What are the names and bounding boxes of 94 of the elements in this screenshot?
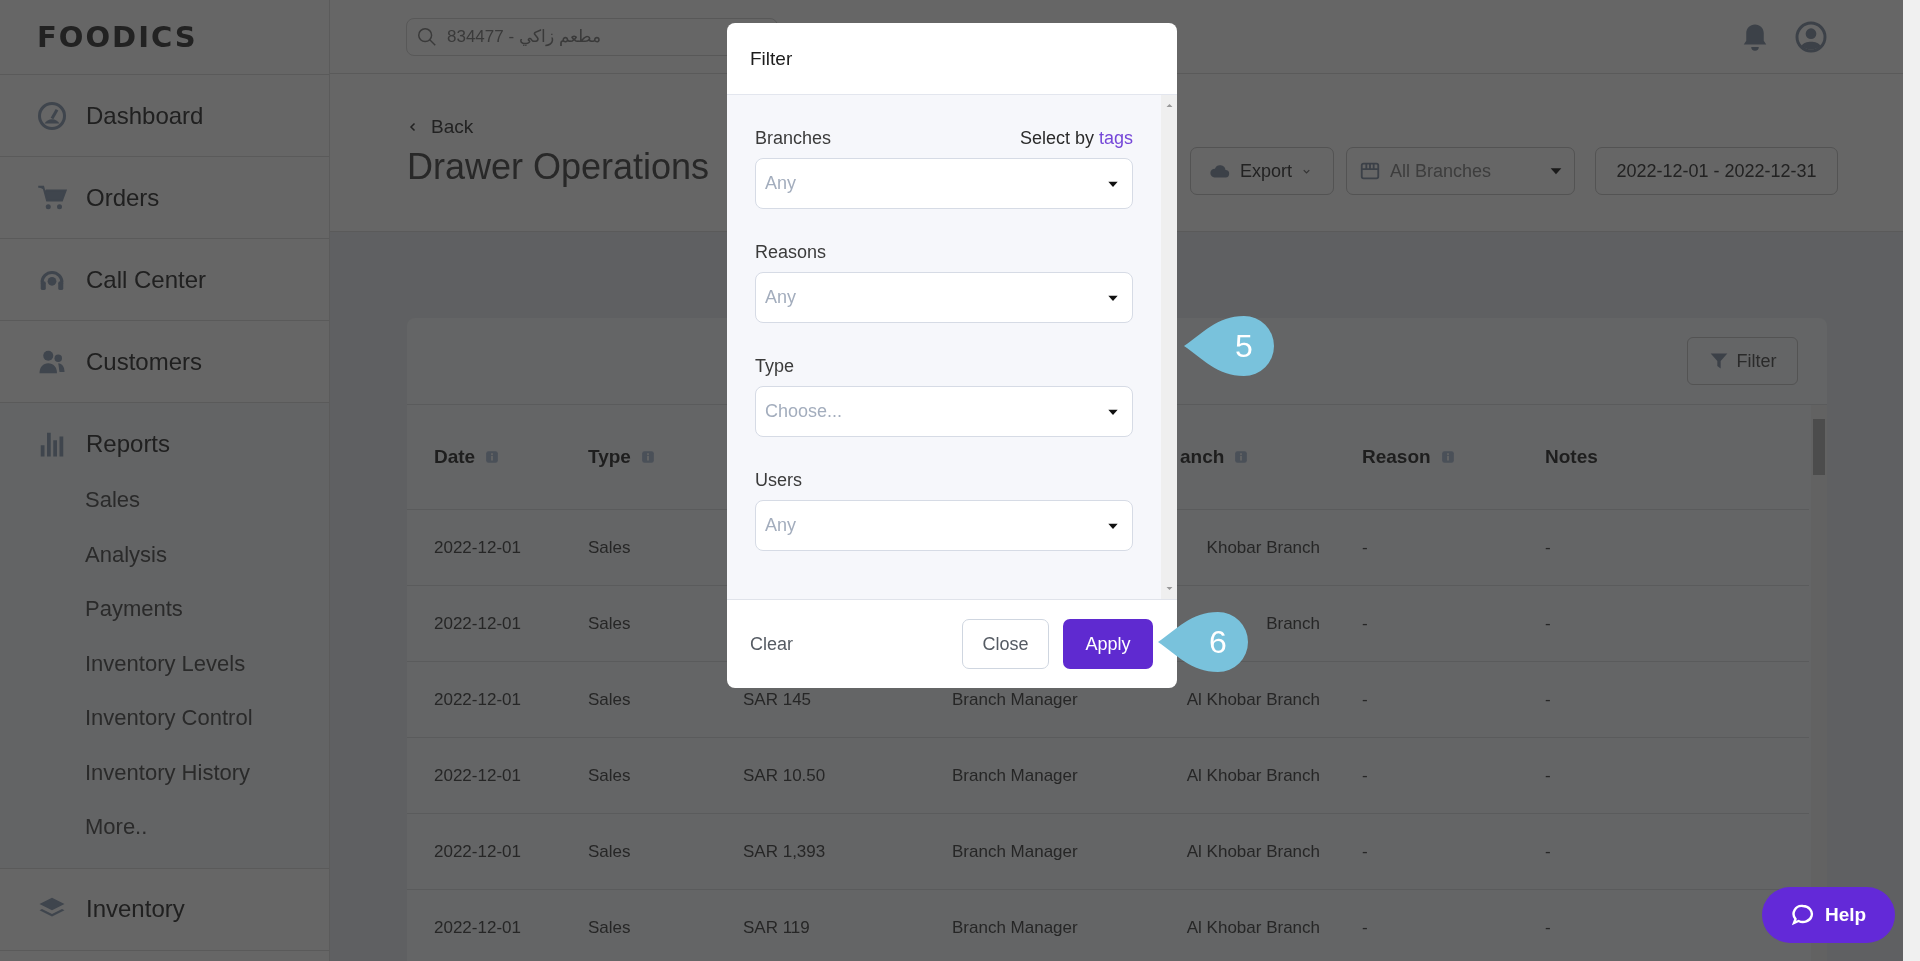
field-label: Reasons [755,242,827,263]
table-cell: Branch Manager [952,689,1078,710]
table-cell: - [1545,689,1551,710]
help-button[interactable]: Help [1762,887,1895,943]
table-cell: 2022-12-01 [434,765,521,786]
table-cell: Khobar Branch [1206,537,1320,558]
select-field[interactable]: Any [755,272,1133,323]
info-icon [1234,450,1249,464]
sidebar-subitem[interactable]: More.. [85,807,148,847]
store-icon [1359,160,1381,182]
table-cell: - [1362,765,1368,786]
table-cell: - [1362,537,1368,558]
field-label: Type [755,356,795,377]
close-button[interactable]: Close [962,619,1049,669]
gauge-icon [37,100,67,131]
column-header[interactable]: Type [588,446,631,468]
table-cell: - [1545,765,1551,786]
search-icon [416,25,438,48]
info-icon [485,450,500,464]
scroll-up-icon [1164,101,1174,110]
table-cell: - [1362,841,1368,862]
table-cell: Sales [588,689,631,710]
step-number: 5 [1234,328,1254,365]
table-cell: 2022-12-01 [434,537,521,558]
table-cell: 2022-12-01 [434,841,521,862]
chat-bubble-icon [1790,903,1815,927]
table-cell: 2022-12-01 [434,613,521,634]
table-cell: - [1545,537,1551,558]
table-cell: Sales [588,841,631,862]
sidebar-subitem[interactable]: Inventory Control [85,698,253,738]
select-field[interactable]: Any [755,500,1133,551]
table-cell: - [1545,841,1551,862]
sidebar-item[interactable]: Reports [0,410,329,478]
export-button[interactable]: Export [1190,147,1334,195]
sidebar-subitem[interactable]: Sales [85,480,141,520]
table-cell: - [1362,613,1368,634]
scrollbar[interactable] [1811,405,1827,961]
sidebar-item[interactable]: Inventory [0,868,329,950]
table-cell: SAR 1,393 [743,841,826,862]
sidebar-subitem[interactable]: Payments [85,589,183,629]
field-label: Users [755,470,802,491]
sidebar-subitem[interactable]: Inventory History [85,752,251,793]
table-cell: Al Khobar Branch [1186,841,1320,862]
table-cell: Sales [588,537,631,558]
table-cell: - [1545,917,1551,938]
tags-link[interactable]: tags [1098,128,1133,148]
step-number: 6 [1208,624,1228,661]
table-cell: Sales [588,613,631,634]
sidebar-subitem[interactable]: Inventory Levels [85,643,246,684]
select-field[interactable]: Choose... [755,386,1133,437]
back-link[interactable]: Back [407,116,710,138]
callout-icon [1182,316,1274,376]
column-header[interactable]: anch [1180,446,1225,468]
table-cell: Sales [588,765,631,786]
sidebar-subitem[interactable]: Analysis [85,534,167,575]
table-cell: - [1362,689,1368,710]
table-cell: Al Khobar Branch [1186,765,1320,786]
sidebar-item[interactable]: Orders [0,157,329,238]
info-icon [640,450,655,464]
sidebar-item[interactable]: Dashboard [0,75,329,156]
select-field[interactable]: Any [755,158,1133,209]
callout-icon [1156,612,1248,672]
page-scrollbar[interactable] [1903,0,1920,961]
table-cell: SAR 119 [743,917,810,938]
date-range-button[interactable]: 2022-12-01 - 2022-12-31 [1595,147,1838,195]
table-cell: SAR 145 [743,689,812,710]
table-cell: Branch Manager [952,841,1078,862]
table-cell: Al Khobar Branch [1186,689,1320,710]
info-icon [1440,450,1455,464]
apply-button[interactable]: Apply [1063,619,1153,669]
avatar-icon[interactable] [1795,20,1827,53]
sidebar-item[interactable]: Customers [0,321,329,402]
table-cell: - [1362,917,1368,938]
table-cell: Branch [1266,613,1320,634]
field-label: Branches [755,128,832,149]
table-cell: Sales [588,917,631,938]
logo: FOODICS [37,20,198,54]
page-title: Drawer Operations [407,146,710,188]
column-header[interactable]: Notes [1545,446,1598,468]
table-cell: - [1545,613,1551,634]
table-cell: SAR 10.50 [743,765,826,786]
clear-link[interactable]: Clear [750,633,793,655]
table-cell: 2022-12-01 [434,689,521,710]
scrollbar[interactable] [1161,95,1177,599]
filter-button[interactable]: Filter [1687,337,1798,385]
column-header[interactable]: Reason [1362,446,1431,468]
table-cell: Branch Manager [952,765,1078,786]
column-header[interactable]: Date [434,446,476,468]
select-by-text: Select by tags [1019,128,1133,149]
scroll-down-icon [1164,584,1174,593]
table-cell: Branch Manager [952,917,1078,938]
table-cell: Al Khobar Branch [1186,917,1320,938]
table-cell: 2022-12-01 [434,917,521,938]
sidebar-item[interactable]: Call Center [0,239,329,320]
